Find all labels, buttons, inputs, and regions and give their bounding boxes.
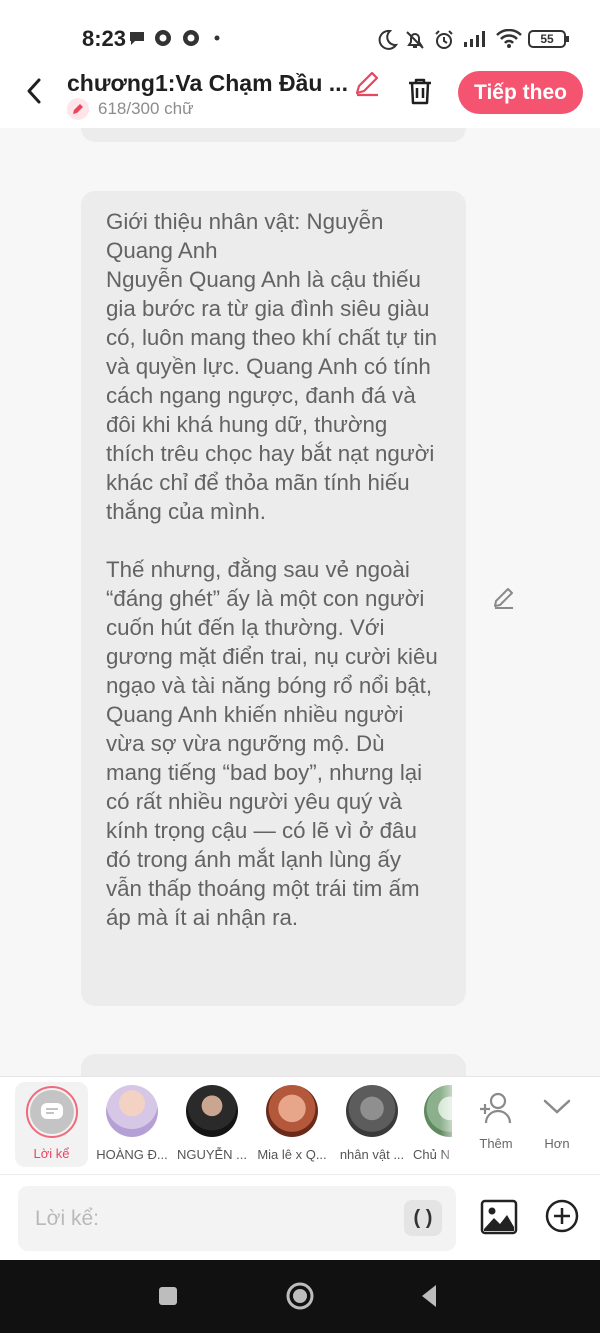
scroll-fade [440,1077,464,1175]
character-selector-bar: Lời kể HOÀNG Đ... NGUYỄN ... Mia lê x Q.… [0,1076,600,1175]
add-circle-icon[interactable] [545,1199,579,1233]
input-placeholder: Lời kể: [35,1207,99,1230]
add-person-icon [480,1092,512,1124]
more-notifications-dot-icon [214,35,220,41]
add-character-button[interactable]: Thêm [466,1091,526,1151]
clock: 8:23 [82,26,127,51]
narration-text: Giới thiệu nhân vật: Nguyễn Quang Anh Ng… [106,209,438,930]
character-item[interactable]: Mia lê x Q... [252,1085,332,1162]
pencil-badge-icon [67,98,89,120]
narrator-avatar [25,1086,78,1138]
recent-apps-square-icon[interactable] [152,1280,184,1312]
next-button[interactable]: Tiếp theo [458,71,583,114]
narration-bubble-icon [40,1103,63,1119]
home-circle-icon[interactable] [284,1280,316,1312]
character-avatar [106,1085,158,1137]
back-arrow-icon[interactable] [18,74,52,108]
battery-level: 55 [540,32,554,46]
chapter-header: chương1:Va Chạm Đầu ... 618/300 chữ Tiếp… [0,62,600,128]
narration-message-bubble[interactable]: Giới thiệu nhân vật: Nguyễn Quang Anh Ng… [81,191,466,1006]
edit-message-pencil-icon[interactable] [490,584,518,612]
more-label: Hơn [544,1136,570,1151]
more-characters-button[interactable]: Hơn [527,1091,587,1151]
message-input-row: Lời kể: ( ) [0,1174,600,1260]
character-name: HOÀNG Đ... [96,1147,168,1162]
muted-bell-icon [406,31,424,49]
chevron-down-icon [543,1099,571,1114]
chat-notification-icon [130,32,144,45]
trash-icon[interactable] [404,75,436,107]
character-name: NGUYỄN ... [176,1147,248,1162]
edit-title-pencil-icon[interactable] [352,68,382,98]
character-avatar [266,1085,318,1137]
chrome-notification-icon [155,30,171,46]
parentheses-button[interactable]: ( ) [404,1200,442,1236]
chapter-title: chương1:Va Chạm Đầu ... [67,70,348,96]
add-character-label: Thêm [479,1136,513,1151]
system-navigation-bar [0,1260,600,1333]
image-icon[interactable] [480,1199,518,1235]
character-item[interactable]: nhân vật ... [332,1085,412,1162]
word-count-row: 618/300 chữ [67,98,194,120]
character-item[interactable]: NGUYỄN ... [172,1085,252,1162]
character-name: Mia lê x Q... [257,1147,327,1162]
back-triangle-icon[interactable] [414,1280,446,1312]
word-count: 618/300 chữ [98,99,194,118]
narrator-label: Lời kể [33,1146,70,1161]
character-name: nhân vật ... [339,1147,405,1162]
character-item[interactable]: HOÀNG Đ... [92,1085,172,1162]
character-avatar [186,1085,238,1137]
previous-message-bubble[interactable] [81,128,466,142]
narrator-selector[interactable]: Lời kể [15,1082,88,1167]
wifi-icon [496,29,522,48]
next-message-bubble[interactable] [81,1054,466,1076]
character-avatar [346,1085,398,1137]
alarm-clock-icon [435,30,453,49]
story-content[interactable]: Giới thiệu nhân vật: Nguyễn Quang Anh Ng… [0,128,600,1076]
status-bar: 8:23 55 [0,0,600,62]
chrome-notification-icon [183,30,199,46]
message-input[interactable]: Lời kể: ( ) [18,1186,456,1251]
cellular-signal-icon [464,31,485,47]
do-not-disturb-moon-icon [378,29,398,50]
